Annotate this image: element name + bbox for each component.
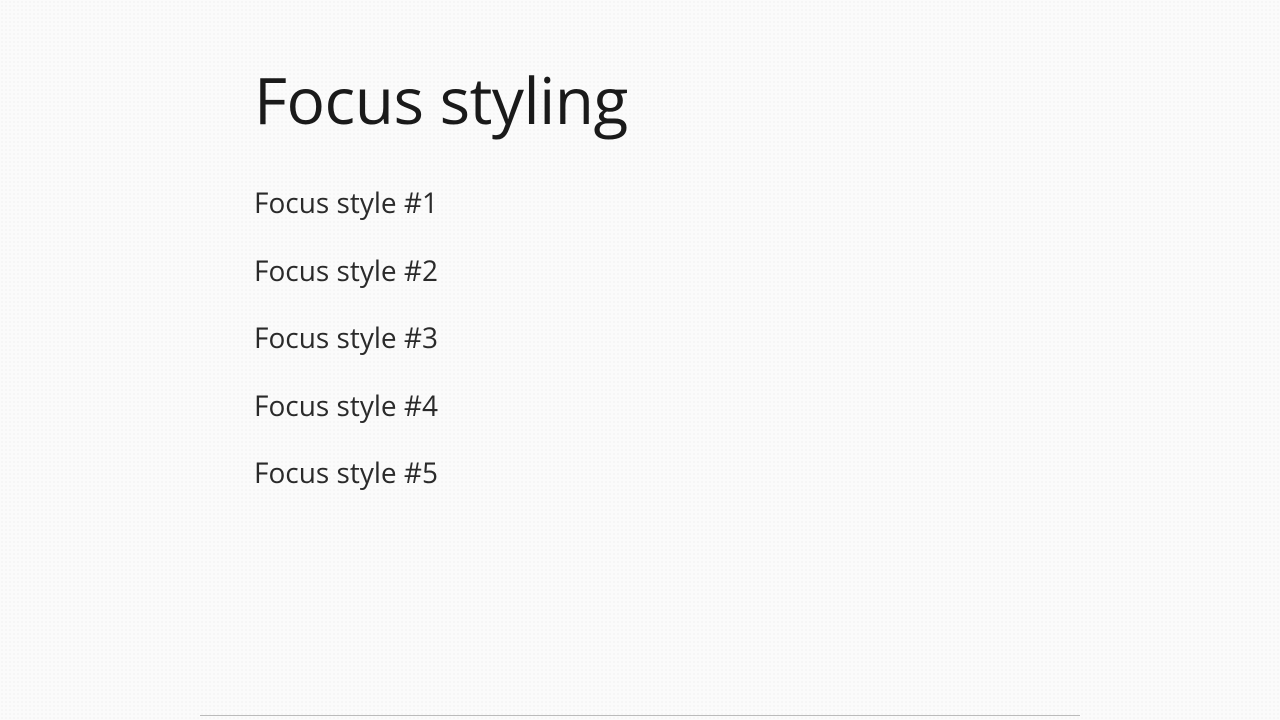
focus-style-link-5[interactable]: Focus style #5 bbox=[254, 457, 1080, 491]
link-list: Focus style #1 Focus style #2 Focus styl… bbox=[254, 187, 1080, 491]
focus-style-link-4[interactable]: Focus style #4 bbox=[254, 390, 1080, 424]
focus-style-link-3[interactable]: Focus style #3 bbox=[254, 322, 1080, 356]
page-title: Focus styling bbox=[254, 56, 1080, 143]
horizontal-divider bbox=[200, 715, 1080, 716]
focus-style-link-2[interactable]: Focus style #2 bbox=[254, 255, 1080, 289]
content-area: Focus styling Focus style #1 Focus style… bbox=[0, 0, 1280, 491]
focus-style-link-1[interactable]: Focus style #1 bbox=[254, 187, 1080, 221]
